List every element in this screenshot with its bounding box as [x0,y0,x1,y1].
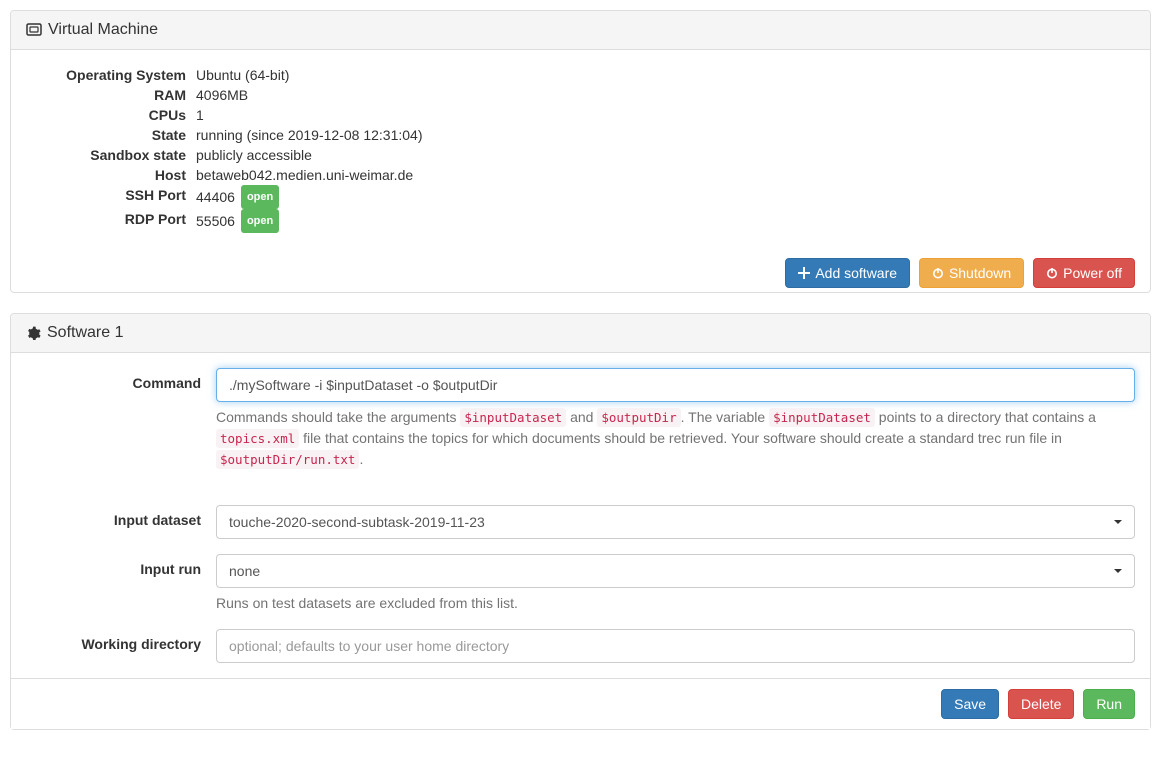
vm-panel-heading: Virtual Machine [11,11,1150,50]
ssh-open-badge: open [241,185,279,209]
dataset-select[interactable]: touche-2020-second-subtask-2019-11-23 [216,505,1135,539]
rdp-open-badge: open [241,209,279,233]
dataset-label: Input dataset [26,505,216,539]
run-button-label: Run [1096,696,1122,712]
state-label: State [26,125,196,145]
os-value: Ubuntu (64-bit) [196,65,1135,85]
power-icon [1046,267,1058,279]
shutdown-button[interactable]: Shutdown [919,258,1024,288]
power-off-label: Power off [1063,265,1122,281]
shutdown-label: Shutdown [949,265,1011,281]
vm-panel: Virtual Machine Operating System Ubuntu … [10,10,1151,293]
host-label: Host [26,165,196,185]
run-value: none [229,563,260,579]
cpus-label: CPUs [26,105,196,125]
power-off-button[interactable]: Power off [1033,258,1135,288]
sandbox-value: publicly accessible [196,145,1135,165]
ram-label: RAM [26,85,196,105]
dataset-value: touche-2020-second-subtask-2019-11-23 [229,514,485,530]
vm-button-row: Add software Shutdown Power off [11,248,1150,292]
os-label: Operating System [26,65,196,85]
workdir-input[interactable] [216,629,1135,663]
delete-button[interactable]: Delete [1008,689,1074,719]
code-output-dir: $outputDir [597,408,680,427]
sandbox-label: Sandbox state [26,145,196,165]
plus-icon [798,267,810,279]
software-panel-title: Software 1 [47,324,123,342]
ram-value: 4096MB [196,85,1135,105]
code-input-dataset-2: $inputDataset [769,408,875,427]
ssh-value: 44406 [196,187,235,207]
code-topics-xml: topics.xml [216,429,299,448]
power-icon [932,267,944,279]
code-run-txt: $outputDir/run.txt [216,450,359,469]
command-label: Command [26,368,216,490]
state-value: running (since 2019-12-08 12:31:04) [196,125,1135,145]
software-panel: Software 1 Command Commands should take … [10,313,1151,730]
vm-icon [26,22,42,38]
run-help: Runs on test datasets are excluded from … [216,593,1135,614]
save-label: Save [954,696,986,712]
save-button[interactable]: Save [941,689,999,719]
command-help: Commands should take the arguments $inpu… [216,407,1135,470]
gear-icon [26,326,41,341]
rdp-label: RDP Port [26,209,196,233]
cpus-value: 1 [196,105,1135,125]
code-input-dataset: $inputDataset [460,408,566,427]
rdp-value: 55506 [196,211,235,231]
run-button[interactable]: Run [1083,689,1135,719]
command-input[interactable] [216,368,1135,402]
run-label: Input run [26,554,216,614]
host-value: betaweb042.medien.uni-weimar.de [196,165,1135,185]
add-software-button[interactable]: Add software [785,258,910,288]
software-footer: Save Delete Run [11,678,1150,729]
software-panel-body: Command Commands should take the argumen… [11,353,1150,678]
run-select[interactable]: none [216,554,1135,588]
software-panel-heading: Software 1 [11,314,1150,353]
vm-panel-title: Virtual Machine [48,21,158,39]
workdir-label: Working directory [26,629,216,663]
add-software-label: Add software [815,265,897,281]
delete-label: Delete [1021,696,1061,712]
ssh-label: SSH Port [26,185,196,209]
vm-panel-body: Operating System Ubuntu (64-bit) RAM 409… [11,50,1150,248]
